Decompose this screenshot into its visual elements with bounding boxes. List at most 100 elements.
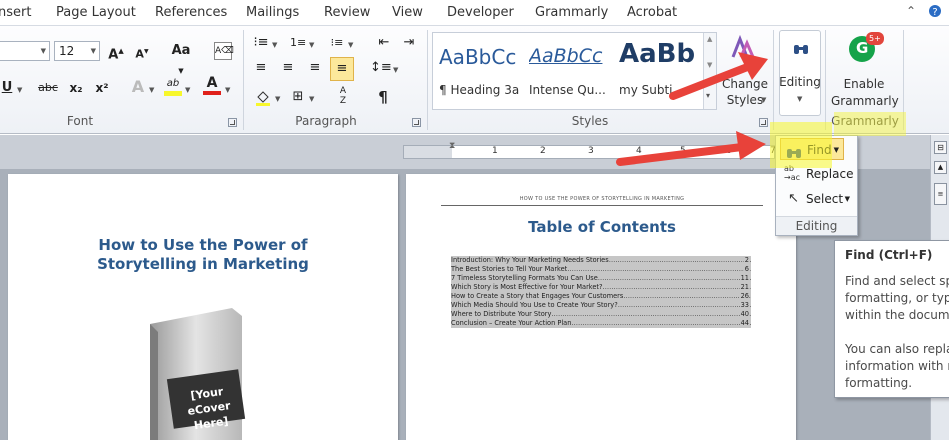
font-color-icon[interactable]: A <box>203 76 221 95</box>
scroll-up-icon[interactable]: ▲ <box>934 161 947 174</box>
toc-title: Table of Contents <box>528 218 676 236</box>
style-my-subtitle[interactable]: AaBb my Subti... <box>613 33 701 109</box>
toc-entry-text: Conclusion – Create Your Action Plan <box>451 319 572 327</box>
replace-icon: ab →ac <box>784 164 801 182</box>
enable-grammarly-button[interactable]: Enable Grammarly <box>831 76 899 110</box>
toc-entry[interactable]: Where to Distribute Your Story…………………………… <box>451 310 751 319</box>
text-effects-icon[interactable]: A <box>130 78 146 96</box>
tab-page-layout[interactable]: Page Layout <box>56 5 136 20</box>
increase-indent-icon[interactable]: ⇥ <box>401 34 417 52</box>
align-center-icon[interactable]: ≡ <box>280 59 296 77</box>
toc-entry-page: 11 <box>739 274 749 283</box>
styles-gallery-scroll[interactable]: ▲ ▼ ▾ <box>703 33 716 109</box>
font-dialog-launcher[interactable] <box>228 118 237 127</box>
paragraph-group-label: Paragraph <box>295 114 357 128</box>
help-icon[interactable]: ? <box>928 4 942 22</box>
tab-developer[interactable]: Developer <box>447 5 514 20</box>
toc-entry[interactable]: Introduction: Why Your Marketing Needs S… <box>451 256 751 265</box>
horizontal-ruler[interactable]: ⧗ 1 2 3 4 5 6 7 <box>403 141 776 159</box>
align-left-icon[interactable]: ≡ <box>253 59 269 77</box>
tab-insert[interactable]: nsert <box>0 5 31 20</box>
strikethrough-icon[interactable]: abc <box>36 79 60 97</box>
decrease-indent-icon[interactable]: ⇤ <box>376 34 392 52</box>
subscript-icon[interactable]: x₂ <box>68 79 84 97</box>
change-case-icon[interactable]: Aa ▼ <box>168 42 194 80</box>
font-name-box[interactable]: ▼ <box>0 41 50 61</box>
ruler-toggle-icon[interactable]: ⊟ <box>934 141 947 154</box>
toc-entry[interactable]: The Best Stories to Tell Your Market…………… <box>451 265 751 274</box>
highlight-icon[interactable]: ab <box>164 77 182 96</box>
find-menu-item[interactable]: Find ▼ <box>780 138 844 160</box>
sort-icon[interactable]: AZ <box>336 86 350 106</box>
numbering-icon[interactable]: 1≡ <box>290 34 306 52</box>
ribbon-tab-bar: nsert Page Layout References Mailings Re… <box>0 0 949 26</box>
toc-entry[interactable]: Conclusion – Create Your Action Plan…………… <box>451 319 751 328</box>
toc-entry-page: 40 <box>739 310 749 319</box>
page-2: HOW TO USE THE POWER OF STORYTELLING IN … <box>406 174 796 440</box>
shading-icon[interactable] <box>254 88 272 112</box>
cover-title: How to Use the Power of Storytelling in M… <box>97 236 309 273</box>
style-heading-3a[interactable]: AaBbCc ¶ Heading 3a <box>433 33 521 109</box>
multilevel-list-icon[interactable]: ⁝≡ <box>329 34 345 52</box>
grow-font-icon[interactable]: A▲ <box>107 42 125 64</box>
clear-formatting-icon[interactable]: A⌫ <box>214 42 234 60</box>
toc-entry-text: Which Media Should You Use to Create You… <box>451 301 618 309</box>
editing-dropdown: Find ▼ ab →ac Replace ↖ Select ▼ Editing <box>775 135 858 236</box>
borders-icon[interactable]: ⊞ <box>290 88 306 106</box>
justify-icon[interactable]: ≡ <box>330 57 354 81</box>
toc-entry-page: 21 <box>739 283 749 292</box>
toc-entry-text: How to Create a Story that Engages Your … <box>451 292 624 300</box>
superscript-icon[interactable]: x² <box>94 79 110 97</box>
tab-review[interactable]: Review <box>324 5 370 20</box>
toc-entry-text: Where to Distribute Your Story <box>451 310 552 318</box>
font-size-box[interactable]: 12 ▼ <box>54 41 100 61</box>
tab-references[interactable]: References <box>155 5 227 20</box>
toc-entry-page: 6 <box>743 265 749 274</box>
ecover-label: [Your eCover Here] <box>186 384 232 433</box>
toc-entry[interactable]: Which Media Should You Use to Create You… <box>451 301 751 310</box>
find-tooltip: Find (Ctrl+F) Find and select sp formatt… <box>834 240 949 398</box>
align-right-icon[interactable]: ≡ <box>307 59 323 77</box>
styles-group-label: Styles <box>571 114 609 128</box>
select-menu-item[interactable]: ↖ Select ▼ <box>780 188 854 210</box>
tab-mailings[interactable]: Mailings <box>246 5 299 20</box>
styles-gallery: AaBbCc ¶ Heading 3a AaBbCc Intense Qu...… <box>432 32 717 110</box>
toc-entry-text: 7 Timeless Storytelling Formats You Can … <box>451 274 598 282</box>
underline-icon[interactable]: U <box>0 79 14 97</box>
toc-entry-page: 26 <box>739 292 749 301</box>
change-styles-icon[interactable] <box>729 34 755 61</box>
style-intense-quote[interactable]: AaBbCc Intense Qu... <box>523 33 611 109</box>
indent-marker[interactable]: ⧗ <box>449 141 455 151</box>
shrink-font-icon[interactable]: A▼ <box>134 43 150 64</box>
tab-view[interactable]: View <box>392 5 423 20</box>
toc-entry-text: Introduction: Why Your Marketing Needs S… <box>451 256 609 264</box>
toc-entry-text: Which Story is Most Effective for Your M… <box>451 283 603 291</box>
svg-text:?: ? <box>932 7 937 18</box>
select-cursor-icon: ↖ <box>788 191 799 206</box>
replace-menu-item[interactable]: ab →ac Replace <box>780 163 854 185</box>
ecover-image: [Your eCover Here] <box>140 302 258 440</box>
tab-acrobat[interactable]: Acrobat <box>627 5 677 20</box>
binoculars-icon <box>793 43 809 59</box>
paragraph-dialog-launcher[interactable] <box>412 118 421 127</box>
toc-entry[interactable]: How to Create a Story that Engages Your … <box>451 292 751 301</box>
page-header: HOW TO USE THE POWER OF STORYTELLING IN … <box>519 196 685 202</box>
toc-entry-page: 44 <box>739 319 749 328</box>
show-formatting-icon[interactable]: ¶ <box>375 88 391 106</box>
toc-entry-page: 33 <box>739 301 749 310</box>
minimize-ribbon-icon[interactable]: ⌃ <box>906 4 916 18</box>
page-1: How to Use the Power of Storytelling in M… <box>8 174 398 440</box>
line-spacing-icon[interactable]: ↕≡ <box>370 59 392 77</box>
editing-group-label: Editing <box>776 216 857 235</box>
ribbon: ▼ 12 ▼ A▲ A▼ Aa ▼ A⌫ U ▼ abc x₂ x² A ▼ a… <box>0 26 949 134</box>
table-of-contents: Introduction: Why Your Marketing Needs S… <box>451 256 751 328</box>
font-group-label: Font <box>66 114 94 128</box>
bullets-icon[interactable]: ⁝≡ <box>253 34 269 52</box>
toc-entry[interactable]: 7 Timeless Storytelling Formats You Can … <box>451 274 751 283</box>
scroll-thumb[interactable]: ≡ <box>934 183 947 205</box>
tab-grammarly[interactable]: Grammarly <box>535 5 608 20</box>
styles-dialog-launcher[interactable] <box>759 118 768 127</box>
editing-button[interactable]: Editing ▼ <box>779 30 821 116</box>
toc-entry[interactable]: Which Story is Most Effective for Your M… <box>451 283 751 292</box>
toc-entry-page: 2 <box>743 256 749 265</box>
